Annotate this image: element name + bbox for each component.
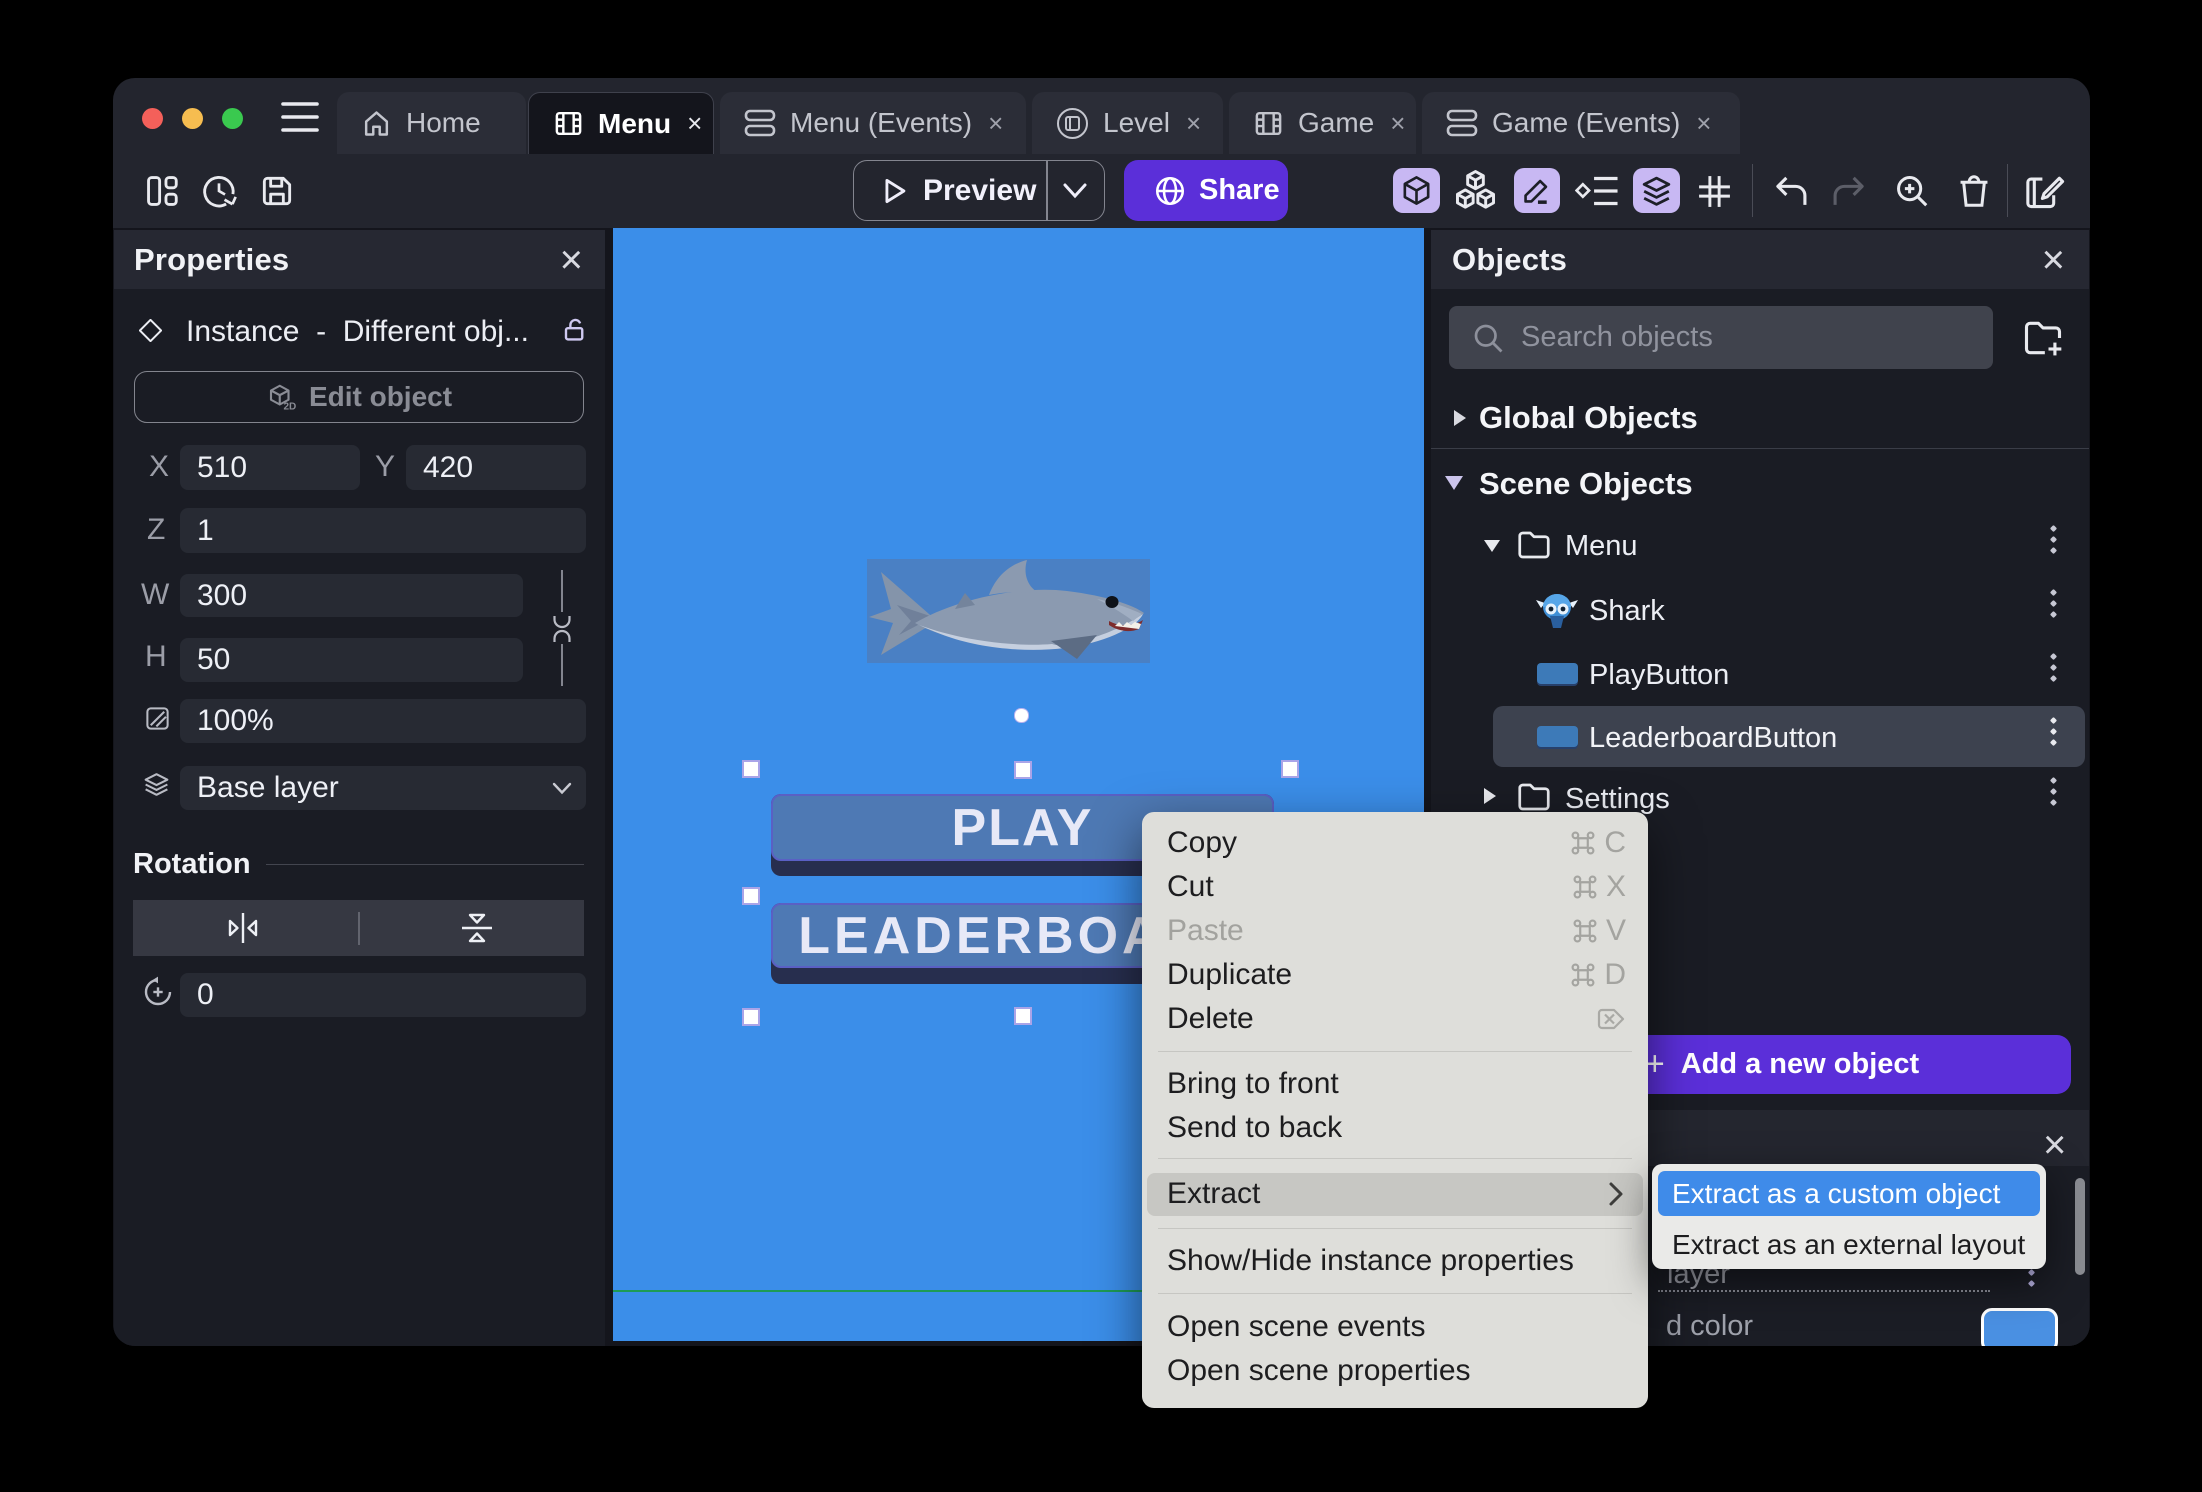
svg-text:2D: 2D xyxy=(283,402,296,413)
